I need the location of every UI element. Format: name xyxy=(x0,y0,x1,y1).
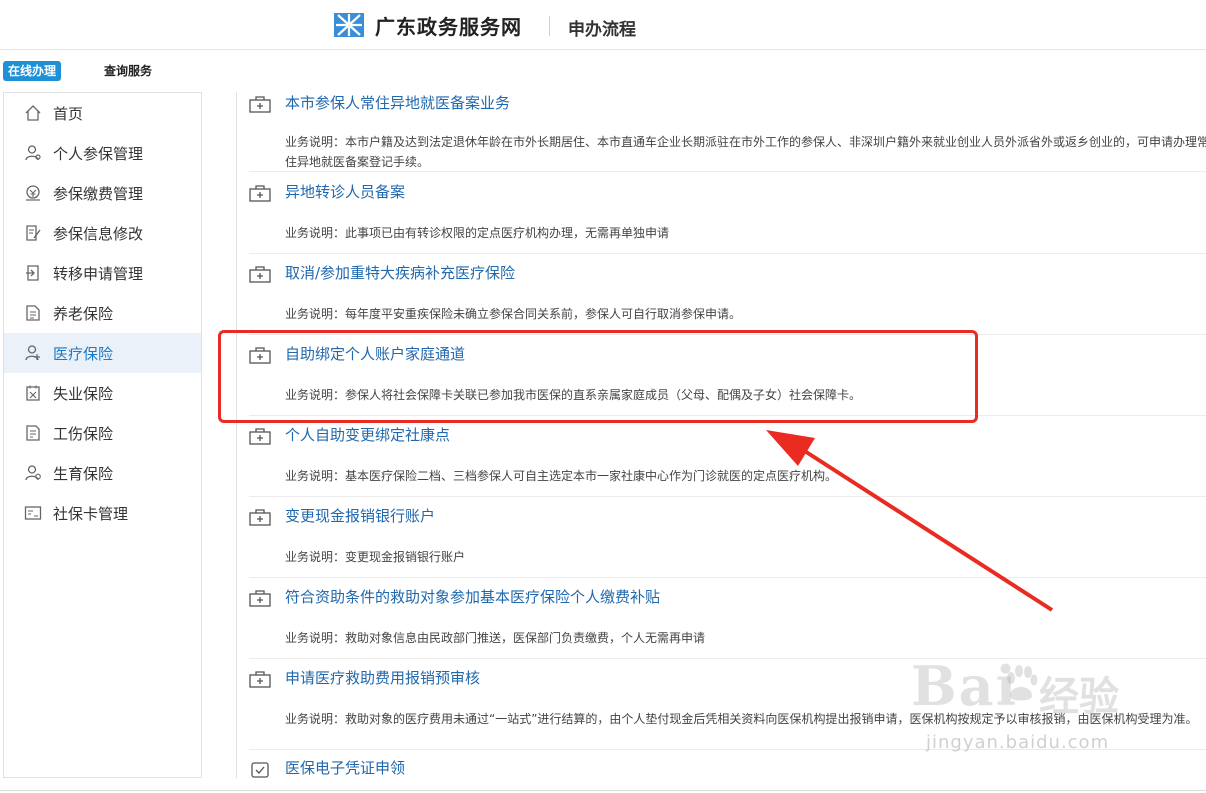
sidebar-item-label: 首页 xyxy=(53,104,84,123)
sidebar-item-label: 工伤保险 xyxy=(53,424,114,443)
payment-icon xyxy=(26,185,40,201)
maternity-icon xyxy=(25,465,41,481)
sidebar-item-work-injury[interactable]: 工伤保险 xyxy=(4,413,201,453)
edit-doc-icon xyxy=(26,225,41,241)
sidebar-item-label: 生育保险 xyxy=(53,464,114,483)
sidebar-item-label: 医疗保险 xyxy=(53,344,114,363)
service-title-link[interactable]: 本市参保人常住异地就医备案业务 xyxy=(285,92,510,113)
page-title: 申办流程 xyxy=(568,20,636,40)
list-item: 自助绑定个人账户家庭通道 业务说明：参保人将社会保障卡关联已参加我市医保的直系亲… xyxy=(249,343,1206,416)
transfer-icon xyxy=(26,265,39,281)
paw-logo-icon xyxy=(1007,665,1038,701)
site-header: 广东政务服务网 申办流程 xyxy=(0,0,1206,50)
list-item: 变更现金报销银行账户 业务说明：变更现金报销银行账户 xyxy=(249,505,1206,578)
medical-kit-icon xyxy=(249,428,271,445)
service-description: 业务说明：此事项已由有转诊权限的定点医疗机构办理，无需再单独申请 xyxy=(285,226,670,240)
sidebar-item-label: 参保缴费管理 xyxy=(53,184,144,203)
sidebar-item-label: 失业保险 xyxy=(53,384,114,403)
document-icon xyxy=(26,305,40,321)
site-logo-icon xyxy=(334,13,364,37)
header-border xyxy=(0,49,1206,50)
sidebar-item-home[interactable]: 首页 xyxy=(4,93,201,133)
list-item: 异地转诊人员备案 业务说明：此事项已由有转诊权限的定点医疗机构办理，无需再单独申… xyxy=(249,181,1206,254)
sidebar-item-info-modify[interactable]: 参保信息修改 xyxy=(4,213,201,253)
service-description: 业务说明：每年度平安重疾保险未确立参保合同关系前，参保人可自行取消参保申请。 xyxy=(285,307,742,321)
service-title-link[interactable]: 变更现金报销银行账户 xyxy=(285,505,435,526)
sidebar-item-maternity[interactable]: 生育保险 xyxy=(4,453,201,493)
sidebar-item-card-manage[interactable]: 社保卡管理 xyxy=(4,493,201,533)
site-name: 广东政务服务网 xyxy=(375,15,522,39)
sidebar-item-payment[interactable]: 参保缴费管理 xyxy=(4,173,201,213)
e-certificate-icon xyxy=(251,762,269,778)
watermark-url: jingyan.baidu.com xyxy=(926,732,1110,753)
sidebar-item-label: 个人参保管理 xyxy=(53,144,144,163)
service-title-link[interactable]: 取消/参加重特大疾病补充医疗保险 xyxy=(285,262,515,283)
header-divider xyxy=(549,16,550,36)
user-manage-icon xyxy=(25,145,41,161)
service-description: 业务说明：变更现金报销银行账户 xyxy=(285,550,466,564)
service-description: 业务说明：基本医疗保险二档、三档参保人可自主选定本市一家社康中心作为门诊就医的定… xyxy=(285,469,838,483)
sidebar-item-transfer[interactable]: 转移申请管理 xyxy=(4,253,201,293)
medical-kit-icon xyxy=(249,590,271,607)
tab-online-service[interactable]: 在线办理 xyxy=(3,61,62,81)
medical-kit-icon xyxy=(249,347,271,364)
sidebar-item-personal-insurance[interactable]: 个人参保管理 xyxy=(4,133,201,173)
medical-kit-icon xyxy=(249,185,271,202)
home-icon xyxy=(25,105,41,121)
service-title-link[interactable]: 医保电子凭证申领 xyxy=(285,757,405,778)
sidebar-item-pension[interactable]: 养老保险 xyxy=(4,293,201,333)
medical-kit-icon xyxy=(249,509,271,526)
sidebar-item-unemployment[interactable]: 失业保险 xyxy=(4,373,201,413)
medical-kit-icon xyxy=(249,96,271,113)
service-title-link[interactable]: 个人自助变更绑定社康点 xyxy=(285,424,450,445)
medical-kit-icon xyxy=(249,266,271,283)
tab-query-service[interactable]: 查询服务 xyxy=(104,61,152,81)
sidebar-item-label: 转移申请管理 xyxy=(53,264,144,283)
unemployment-icon xyxy=(26,385,40,401)
list-item: 取消/参加重特大疾病补充医疗保险 业务说明：每年度平安重疾保险未确立参保合同关系… xyxy=(249,262,1206,335)
watermark-brand: Bai xyxy=(911,654,1019,718)
list-item: 本市参保人常住异地就医备案业务 业务说明：本市户籍及达到法定退休年龄在市外长期居… xyxy=(249,92,1206,172)
service-title-link[interactable]: 申请医疗救助费用报销预审核 xyxy=(285,667,480,688)
sidebar-item-label: 参保信息修改 xyxy=(53,224,144,243)
service-description: 业务说明：本市户籍及达到法定退休年龄在市外长期居住、本市直通车企业长期派驻在市外… xyxy=(285,135,1206,169)
service-title-link[interactable]: 异地转诊人员备案 xyxy=(285,181,405,202)
watermark-cn: 经验 xyxy=(1039,674,1119,720)
footer-border xyxy=(0,790,1206,791)
medical-user-icon xyxy=(25,345,40,361)
sidebar-item-medical[interactable]: 医疗保险 xyxy=(4,333,201,373)
list-item: 个人自助变更绑定社康点 业务说明：基本医疗保险二档、三档参保人可自主选定本市一家… xyxy=(249,424,1206,497)
list-item: 符合资助条件的救助对象参加基本医疗保险个人缴费补贴 业务说明：救助对象信息由民政… xyxy=(249,586,1206,659)
service-title-link[interactable]: 自助绑定个人账户家庭通道 xyxy=(285,343,465,364)
injury-doc-icon xyxy=(26,425,40,441)
service-description: 业务说明：救助对象信息由民政部门推送，医保部门负责缴费，个人无需再申请 xyxy=(285,631,706,645)
sidebar-item-label: 社保卡管理 xyxy=(53,504,129,523)
service-title-link[interactable]: 符合资助条件的救助对象参加基本医疗保险个人缴费补贴 xyxy=(285,586,660,607)
sidebar-item-label: 养老保险 xyxy=(53,304,114,323)
service-description: 业务说明：参保人将社会保障卡关联已参加我市医保的直系亲属家庭成员（父母、配偶及子… xyxy=(285,388,862,402)
medical-kit-icon xyxy=(249,671,271,688)
card-icon xyxy=(24,506,42,520)
baidu-watermark: Bai 经验 jingyan.baidu.com xyxy=(904,650,1164,770)
sidebar: 首页 个人参保管理 参保缴费管理 参保信息修改 转移申请管理 养老保险 医疗保险… xyxy=(3,92,202,778)
